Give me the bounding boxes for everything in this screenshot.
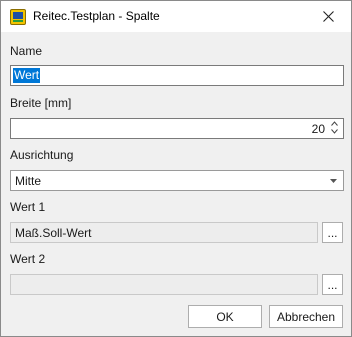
wert1-label: Wert 1 [10, 200, 46, 214]
close-button[interactable] [305, 1, 351, 32]
title-bar: Reitec.Testplan - Spalte [1, 1, 351, 32]
wert2-field [10, 274, 318, 295]
ausrichtung-select[interactable]: Mitte [10, 170, 344, 191]
wert1-value: Maß.Soll-Wert [15, 226, 92, 240]
app-icon [10, 9, 26, 25]
wert2-label: Wert 2 [10, 252, 46, 266]
spin-control [329, 120, 341, 137]
window-title: Reitec.Testplan - Spalte [33, 9, 160, 23]
close-icon [322, 11, 334, 22]
name-input[interactable]: Wert [10, 65, 344, 86]
breite-value: 20 [311, 122, 325, 136]
name-label: Name [10, 44, 43, 58]
wert2-browse-button[interactable]: ... [322, 274, 343, 295]
wert1-browse-button[interactable]: ... [322, 222, 343, 243]
spin-up-button[interactable] [329, 120, 341, 128]
chevron-down-icon [331, 129, 338, 134]
breite-stepper[interactable]: 20 [10, 118, 344, 139]
name-value: Wert [13, 68, 41, 83]
dialog-window: Reitec.Testplan - Spalte Name Wert Breit… [0, 0, 352, 337]
ok-button[interactable]: OK [188, 305, 262, 328]
cancel-button[interactable]: Abbrechen [269, 305, 343, 328]
dialog-content: Name Wert Breite [mm] 20 Ausrichtung Mit… [1, 32, 351, 336]
chevron-up-icon [331, 121, 338, 126]
ausrichtung-label: Ausrichtung [10, 148, 74, 162]
wert1-field: Maß.Soll-Wert [10, 222, 318, 243]
ausrichtung-value: Mitte [15, 174, 42, 188]
spin-down-button[interactable] [329, 128, 341, 136]
caret-down-icon [330, 179, 337, 183]
breite-label: Breite [mm] [10, 96, 72, 110]
